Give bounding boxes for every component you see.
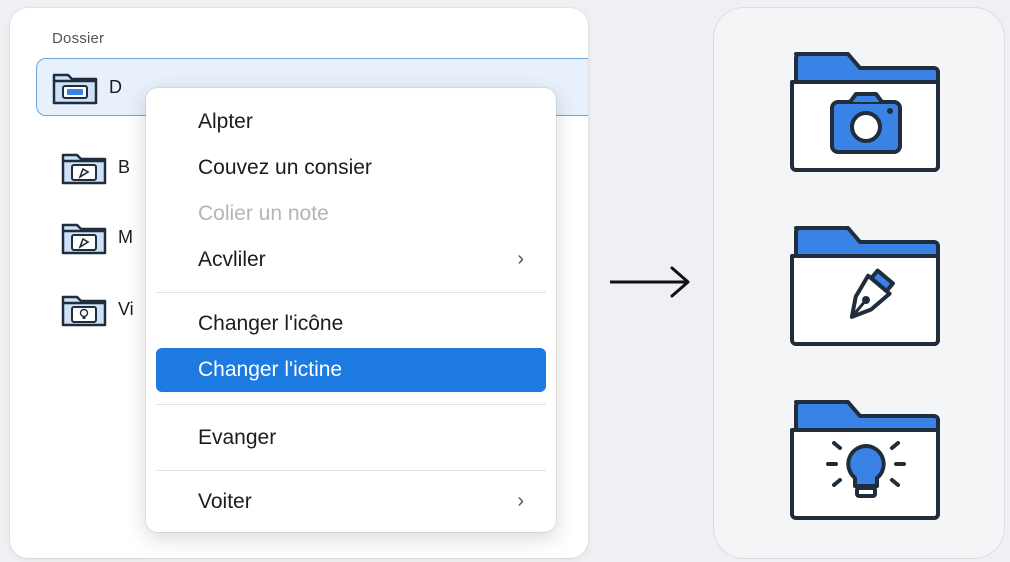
folder-label: D — [109, 76, 122, 97]
menu-item-label: Acvliler — [198, 248, 266, 271]
menu-item-colier-disabled: Colier un note — [156, 192, 546, 236]
menu-item-label: Voiter — [198, 490, 252, 513]
folder-label: Vi — [118, 298, 134, 319]
context-menu: Alpter Couvez un consier Colier un note … — [146, 88, 556, 532]
camera-folder-icon — [790, 52, 940, 172]
menu-item-changer-icone[interactable]: Changer l'icône — [156, 302, 546, 346]
lightbulb-folder-icon — [790, 400, 940, 520]
chevron-right-icon: › — [517, 248, 524, 270]
pen-folder-icon — [60, 147, 108, 187]
menu-item-changer-ictine-highlighted[interactable]: Changer l'ictine — [156, 348, 546, 392]
menu-item-evanger[interactable]: Evanger — [156, 416, 546, 460]
panel-title: Dossier — [52, 30, 105, 47]
menu-separator — [156, 404, 546, 405]
menu-item-label: Alpter — [198, 110, 253, 133]
menu-item-label: Couvez un consier — [198, 156, 372, 179]
pen-folder-icon — [60, 217, 108, 257]
arrow-right-icon — [610, 266, 690, 298]
menu-item-label: Changer l'ictine — [198, 358, 343, 381]
menu-item-couvez[interactable]: Couvez un consier — [156, 146, 546, 190]
folder-label: M — [118, 226, 133, 247]
folder-list-panel: Dossier D B M Vi Alpter Couvez un consie… — [10, 8, 588, 558]
menu-separator — [156, 292, 546, 293]
bulb-folder-icon — [60, 289, 108, 329]
menu-item-voiter[interactable]: Voiter › — [156, 480, 546, 524]
pen-nib-folder-icon — [790, 226, 940, 346]
photo-folder-icon — [51, 67, 99, 107]
chevron-right-icon: › — [517, 490, 524, 512]
menu-separator — [156, 470, 546, 471]
result-icons-panel — [714, 8, 1004, 558]
menu-item-acvliler[interactable]: Acvliler › — [156, 238, 546, 282]
menu-item-label: Colier un note — [198, 202, 329, 225]
menu-item-alpter[interactable]: Alpter — [156, 100, 546, 144]
menu-item-label: Evanger — [198, 426, 277, 449]
menu-item-label: Changer l'icône — [198, 312, 344, 335]
folder-label: B — [118, 156, 131, 177]
